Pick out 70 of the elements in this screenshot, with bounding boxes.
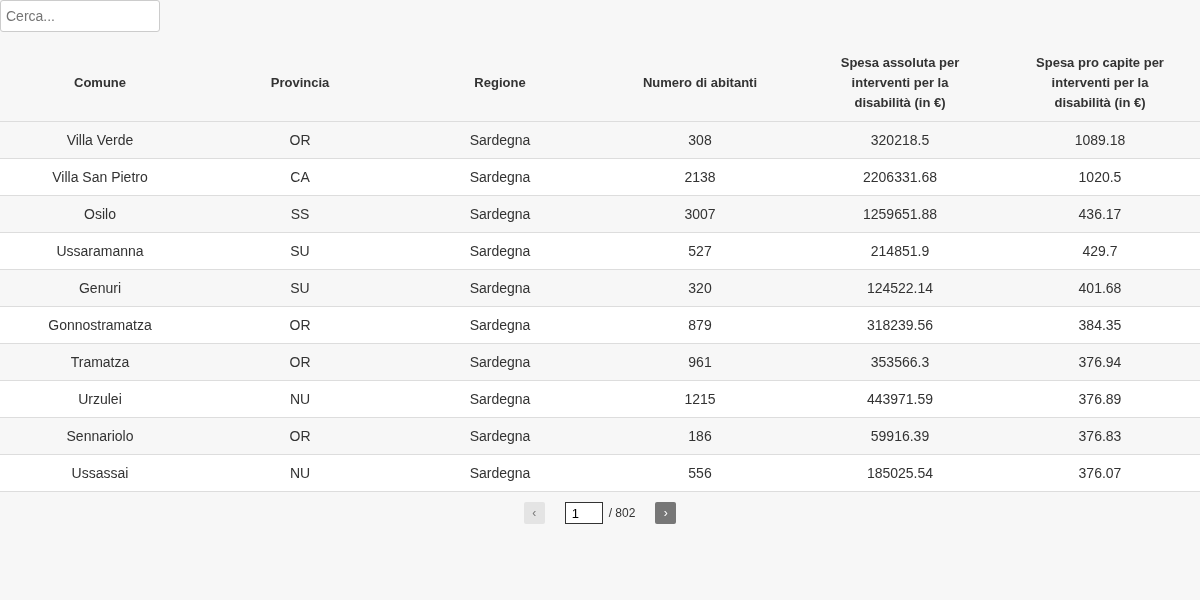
- table-cell: NU: [200, 380, 400, 418]
- table-cell: 3007: [600, 195, 800, 233]
- table-cell: 384.35: [1000, 306, 1200, 344]
- table-cell: SU: [200, 232, 400, 270]
- table-cell: NU: [200, 454, 400, 492]
- table-cell: 214851.9: [800, 232, 1000, 270]
- table-cell: Sardegna: [400, 121, 600, 159]
- table-cell: 376.83: [1000, 417, 1200, 455]
- table-cell: 429.7: [1000, 232, 1200, 270]
- table-cell: OR: [200, 343, 400, 381]
- table-cell: 185025.54: [800, 454, 1000, 492]
- column-header: Spesa pro capite per interventi per la disabilità (in €): [1000, 44, 1200, 122]
- table-cell: Gonnostramatza: [0, 306, 200, 344]
- next-page-button[interactable]: ›: [655, 502, 677, 524]
- table-cell: Villa Verde: [0, 121, 200, 159]
- table-cell: 318239.56: [800, 306, 1000, 344]
- table-cell: Sardegna: [400, 454, 600, 492]
- column-header: Comune: [0, 44, 200, 122]
- table-cell: 59916.39: [800, 417, 1000, 455]
- table-cell: 2206331.68: [800, 158, 1000, 196]
- table-cell: Ussaramanna: [0, 232, 200, 270]
- page-total: / 802: [608, 506, 636, 520]
- table-cell: Sardegna: [400, 417, 600, 455]
- table-cell: Villa San Pietro: [0, 158, 200, 196]
- column-header: Numero di abitanti: [600, 44, 800, 122]
- table-cell: OR: [200, 306, 400, 344]
- table-cell: 1215: [600, 380, 800, 418]
- table-cell: 124522.14: [800, 269, 1000, 307]
- page-number-field[interactable]: 1: [564, 502, 603, 524]
- table-cell: Genuri: [0, 269, 200, 307]
- table-cell: Sardegna: [400, 269, 600, 307]
- table-cell: SS: [200, 195, 400, 233]
- table-cell: Ussassai: [0, 454, 200, 492]
- table-cell: 353566.3: [800, 343, 1000, 381]
- column-header: Provincia: [200, 44, 400, 122]
- table-cell: 401.68: [1000, 269, 1200, 307]
- table-cell: Sardegna: [400, 158, 600, 196]
- table-cell: 1259651.88: [800, 195, 1000, 233]
- table-cell: Sardegna: [400, 232, 600, 270]
- table-cell: 376.07: [1000, 454, 1200, 492]
- table-cell: Sardegna: [400, 343, 600, 381]
- table-cell: 436.17: [1000, 195, 1200, 233]
- table-cell: 376.89: [1000, 380, 1200, 418]
- table-cell: Sennariolo: [0, 417, 200, 455]
- table-cell: 320: [600, 269, 800, 307]
- table-cell: 1020.5: [1000, 158, 1200, 196]
- table-cell: 308: [600, 121, 800, 159]
- table-cell: 527: [600, 232, 800, 270]
- table-cell: 879: [600, 306, 800, 344]
- table-cell: 320218.5: [800, 121, 1000, 159]
- table-cell: 186: [600, 417, 800, 455]
- search-field[interactable]: Cerca...: [0, 0, 160, 32]
- table-cell: 556: [600, 454, 800, 492]
- table-cell: Tramatza: [0, 343, 200, 381]
- table-cell: 443971.59: [800, 380, 1000, 418]
- table-cell: Sardegna: [400, 195, 600, 233]
- table-cell: Sardegna: [400, 380, 600, 418]
- table-cell: Osilo: [0, 195, 200, 233]
- table-cell: Sardegna: [400, 306, 600, 344]
- column-header: Regione: [400, 44, 600, 122]
- table-cell: 961: [600, 343, 800, 381]
- table-cell: OR: [200, 417, 400, 455]
- column-header: Spesa assoluta per interventi per la disabilità (in €): [800, 44, 1000, 122]
- table-cell: CA: [200, 158, 400, 196]
- table-cell: SU: [200, 269, 400, 307]
- table-cell: Urzulei: [0, 380, 200, 418]
- table-cell: 376.94: [1000, 343, 1200, 381]
- table-cell: 2138: [600, 158, 800, 196]
- table-cell: OR: [200, 121, 400, 159]
- table-cell: 1089.18: [1000, 121, 1200, 159]
